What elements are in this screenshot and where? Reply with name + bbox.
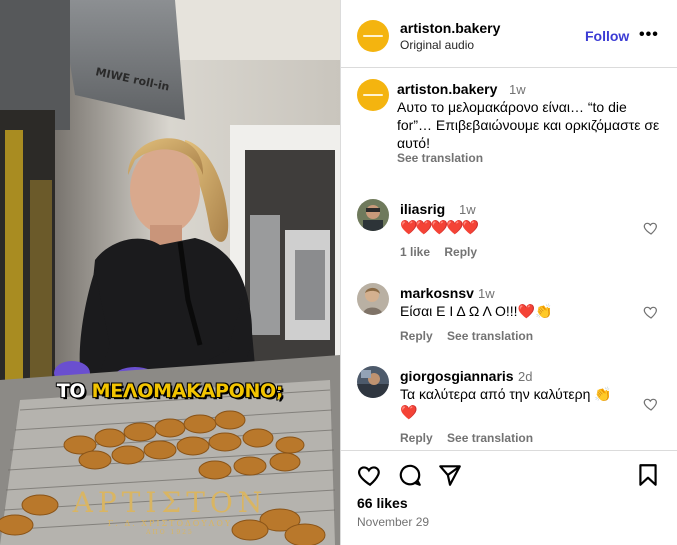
post-panel: artiston.bakery Original audio Follow ••…	[340, 0, 677, 545]
comment-text: ❤️❤️❤️❤️❤️	[400, 219, 479, 235]
comment-time: 1w	[478, 286, 495, 301]
more-options-icon[interactable]: •••	[639, 26, 659, 44]
account-avatar[interactable]	[357, 20, 389, 52]
caption-username[interactable]: artiston.bakery	[397, 81, 497, 97]
share-icon[interactable]	[437, 462, 463, 493]
follow-button[interactable]: Follow	[585, 28, 629, 44]
comment-username[interactable]: iliasrig	[400, 201, 445, 217]
watermark-since: ΑΠΟ 1925	[146, 529, 194, 536]
video-player[interactable]: MIWE roll-in ΤΟ ΜΕΛΟΜΑΚΑΡΟΝΟ; ΑΡΤΙΣΤΟΝ Γ…	[0, 0, 340, 545]
post-action-bar: 66 likes November 29	[341, 450, 677, 545]
comment-likes[interactable]: 1 like	[400, 245, 430, 259]
caption-text: Αυτο το μελομακάρονο είναι… “to die for”…	[397, 99, 660, 151]
reply-button[interactable]: Reply	[400, 329, 433, 343]
comment-actions: Reply See translation	[400, 431, 544, 445]
comment-actions: Reply See translation	[400, 329, 544, 343]
comment-username[interactable]: markosnsv	[400, 285, 474, 301]
caption-avatar[interactable]	[357, 79, 389, 111]
watermark-title: ΑΡΤΙΣΤΟΝ	[72, 486, 268, 519]
commenter-avatar[interactable]	[357, 366, 389, 398]
header-username[interactable]: artiston.bakery	[400, 20, 500, 36]
likes-count[interactable]: 66 likes	[357, 495, 408, 511]
save-icon[interactable]	[635, 462, 661, 493]
comment-time: 2d	[518, 369, 533, 384]
post-header: artiston.bakery Original audio Follow ••…	[341, 0, 677, 68]
like-icon[interactable]	[357, 462, 383, 493]
brand-watermark: ΑΡΤΙΣΤΟΝ Γ. Δ. ΧΡΙΣΤΟΔΟΥΛΟΥ ΑΠΟ 1925	[0, 486, 340, 537]
see-translation-link[interactable]: See translation	[447, 329, 533, 343]
see-translation-link[interactable]: See translation	[397, 151, 483, 165]
caption-time: 1w	[509, 82, 526, 97]
reply-button[interactable]: Reply	[400, 431, 433, 445]
comment-time: 1w	[459, 202, 476, 217]
heart-outline-icon[interactable]	[643, 220, 659, 241]
post-date[interactable]: November 29	[357, 515, 429, 529]
heart-outline-icon[interactable]	[643, 396, 659, 417]
video-frame: MIWE roll-in	[0, 0, 340, 545]
reply-button[interactable]: Reply	[444, 245, 477, 259]
comment-actions: 1 like Reply	[400, 245, 488, 259]
watermark-subtitle: Γ. Δ. ΧΡΙΣΤΟΔΟΥΛΟΥ	[107, 519, 233, 528]
comment-icon[interactable]	[397, 462, 423, 493]
heart-outline-icon[interactable]	[643, 304, 659, 325]
audio-label[interactable]: Original audio	[400, 38, 474, 52]
commenter-avatar[interactable]	[357, 199, 389, 231]
comment-text: Είσαι Ε Ι Δ Ω Λ Ο!!!❤️👏	[400, 303, 553, 319]
comment-text: Τα καλύτερα από την καλύτερη 👏 ❤️	[400, 386, 612, 420]
see-translation-link[interactable]: See translation	[447, 431, 533, 445]
commenter-avatar[interactable]	[357, 283, 389, 315]
video-caption-text: ΤΟ ΜΕΛΟΜΑΚΑΡΟΝΟ;	[56, 380, 284, 402]
comment-username[interactable]: giorgosgiannaris	[400, 368, 514, 384]
